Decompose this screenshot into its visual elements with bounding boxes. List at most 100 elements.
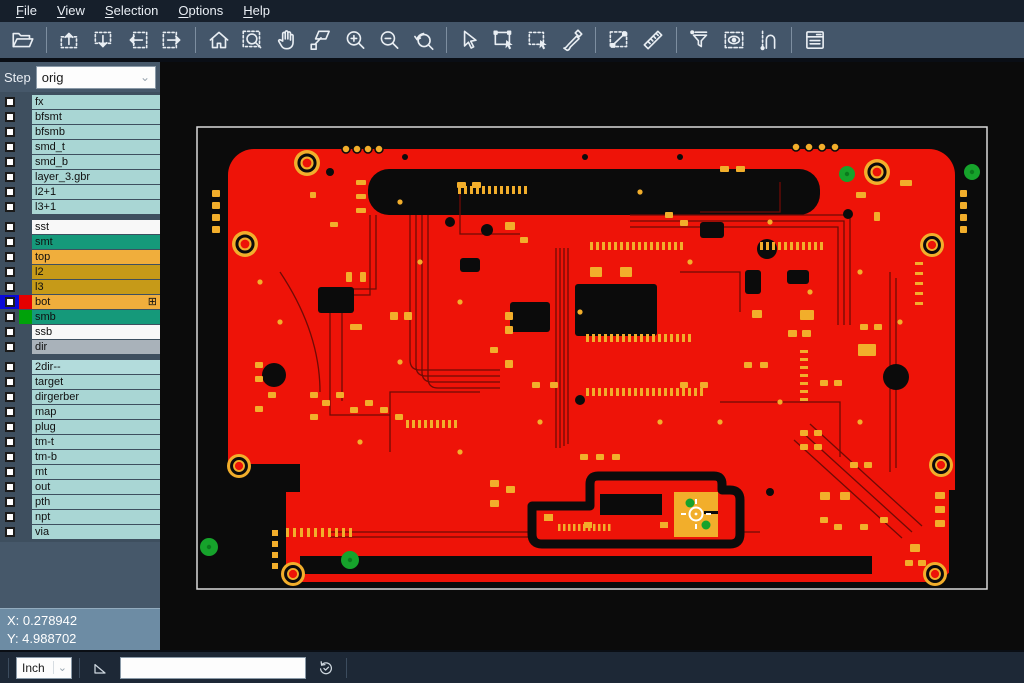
layer-row-smd_b[interactable]: smd_b	[0, 155, 160, 169]
refresh-check-button[interactable]	[313, 656, 339, 680]
layer-checkbox[interactable]	[0, 95, 19, 109]
layer-row-bfsmt[interactable]: bfsmt	[0, 110, 160, 124]
layer-checkbox[interactable]	[0, 340, 19, 354]
layer-checkbox[interactable]	[0, 325, 19, 339]
layer-row-smb[interactable]: smb	[0, 310, 160, 324]
layer-row-top[interactable]: top	[0, 250, 160, 264]
toolbar-separator	[595, 27, 596, 53]
layer-checkbox[interactable]	[0, 465, 19, 479]
layer-row-plug[interactable]: plug	[0, 420, 160, 434]
pcb-viewport[interactable]	[160, 62, 1024, 650]
view-eye-button[interactable]	[717, 24, 751, 56]
report-icon	[802, 27, 828, 53]
layer-checkbox[interactable]	[0, 390, 19, 404]
layer-row-out[interactable]: out	[0, 480, 160, 494]
zoom-previous-button[interactable]	[406, 24, 440, 56]
layer-row-smt[interactable]: smt	[0, 235, 160, 249]
box-arrow-up-button[interactable]	[53, 24, 87, 56]
layer-checkbox[interactable]	[0, 420, 19, 434]
layer-row-map[interactable]: map	[0, 405, 160, 419]
open-folder-button[interactable]	[6, 24, 40, 56]
layer-row-pth[interactable]: pth	[0, 495, 160, 509]
layer-row-tm-b[interactable]: tm-b	[0, 450, 160, 464]
layer-checkbox[interactable]	[0, 310, 19, 324]
zoom-region-button[interactable]	[236, 24, 270, 56]
select-group-button[interactable]	[521, 24, 555, 56]
layer-checkbox[interactable]	[0, 405, 19, 419]
layer-row-smd_t[interactable]: smd_t	[0, 140, 160, 154]
home-button[interactable]	[202, 24, 236, 56]
layer-checkbox[interactable]	[0, 110, 19, 124]
layer-row-l2+1[interactable]: l2+1	[0, 185, 160, 199]
layer-checkbox[interactable]	[0, 235, 19, 249]
box-arrow-right-button[interactable]	[155, 24, 189, 56]
snap-magnet-button[interactable]	[751, 24, 785, 56]
unit-select[interactable]: Inch ⌄	[16, 657, 72, 679]
layer-row-l3+1[interactable]: l3+1	[0, 200, 160, 214]
layer-row-2dir--[interactable]: 2dir--	[0, 360, 160, 374]
layer-checkbox[interactable]	[0, 155, 19, 169]
brush-button[interactable]	[555, 24, 589, 56]
layer-checkbox[interactable]	[0, 185, 19, 199]
layer-row-l2[interactable]: l2	[0, 265, 160, 279]
line-measure-button[interactable]	[602, 24, 636, 56]
ruler-button[interactable]	[636, 24, 670, 56]
layer-checkbox[interactable]	[0, 170, 19, 184]
layer-row-fx[interactable]: fx	[0, 95, 160, 109]
layer-checkbox[interactable]	[0, 125, 19, 139]
step-row: Step orig ⌄	[0, 62, 160, 92]
layer-row-target[interactable]: target	[0, 375, 160, 389]
zoom-out-button[interactable]	[372, 24, 406, 56]
layer-label: tm-t	[32, 435, 160, 449]
menu-view[interactable]: View	[47, 0, 95, 22]
box-arrow-down-button[interactable]	[87, 24, 121, 56]
command-input[interactable]	[120, 657, 306, 679]
layer-row-bfsmb[interactable]: bfsmb	[0, 125, 160, 139]
layer-row-tm-t[interactable]: tm-t	[0, 435, 160, 449]
layer-checkbox[interactable]	[0, 375, 19, 389]
report-button[interactable]	[798, 24, 832, 56]
layer-row-bot[interactable]: bot⊞	[0, 295, 160, 309]
layer-row-mt[interactable]: mt	[0, 465, 160, 479]
layer-row-dirgerber[interactable]: dirgerber	[0, 390, 160, 404]
layer-checkbox[interactable]	[0, 360, 19, 374]
measure-shapes-button[interactable]	[304, 24, 338, 56]
layer-label: smd_b	[32, 155, 160, 169]
layer-checkbox[interactable]	[0, 200, 19, 214]
layer-label: smt	[32, 235, 160, 249]
step-select[interactable]: orig ⌄	[36, 66, 156, 89]
layer-checkbox[interactable]	[0, 220, 19, 234]
zoom-in-button[interactable]	[338, 24, 372, 56]
menu-options[interactable]: Options	[168, 0, 233, 22]
layer-checkbox[interactable]	[0, 495, 19, 509]
layer-row-via[interactable]: via	[0, 525, 160, 539]
layer-checkbox[interactable]	[0, 140, 19, 154]
menu-help[interactable]: Help	[233, 0, 280, 22]
layer-checkbox[interactable]	[0, 250, 19, 264]
menu-file[interactable]: File	[6, 0, 47, 22]
cursor-button[interactable]	[453, 24, 487, 56]
layer-label: out	[32, 480, 160, 494]
layer-checkbox[interactable]	[0, 510, 19, 524]
layer-row-dir[interactable]: dir	[0, 340, 160, 354]
filter-button[interactable]	[683, 24, 717, 56]
layer-row-ssb[interactable]: ssb	[0, 325, 160, 339]
box-arrow-left-button[interactable]	[121, 24, 155, 56]
angle-corner-button[interactable]	[87, 656, 113, 680]
chevron-down-icon: ⌄	[53, 661, 71, 674]
layer-checkbox[interactable]	[0, 280, 19, 294]
menu-selection[interactable]: Selection	[95, 0, 168, 22]
layer-checkbox[interactable]	[0, 450, 19, 464]
layer-row-layer_3.gbr[interactable]: layer_3.gbr	[0, 170, 160, 184]
layer-row-sst[interactable]: sst	[0, 220, 160, 234]
pan-hand-button[interactable]	[270, 24, 304, 56]
layer-checkbox[interactable]	[0, 480, 19, 494]
layer-group: 2dir--targetdirgerbermapplugtm-ttm-bmtou…	[0, 357, 160, 542]
layer-checkbox[interactable]	[0, 525, 19, 539]
select-rect-button[interactable]	[487, 24, 521, 56]
layer-checkbox[interactable]	[0, 435, 19, 449]
layer-checkbox[interactable]	[0, 295, 19, 309]
layer-checkbox[interactable]	[0, 265, 19, 279]
layer-row-npt[interactable]: npt	[0, 510, 160, 524]
layer-row-l3[interactable]: l3	[0, 280, 160, 294]
